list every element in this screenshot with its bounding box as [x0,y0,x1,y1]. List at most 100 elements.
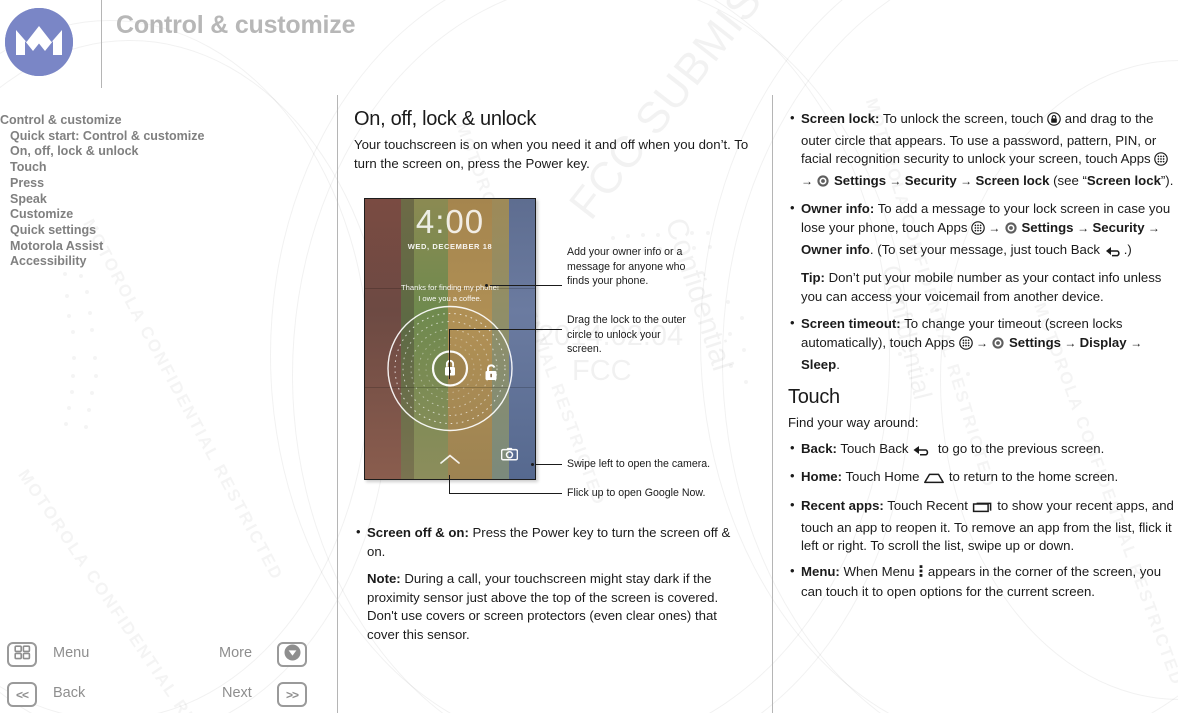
next-label[interactable]: Next [222,685,252,701]
callout-drag-lock: Drag the lock to the outer circle to unl… [567,313,689,357]
bullet-screen-timeout-t2: . [836,356,840,372]
link-screen-lock[interactable]: Screen lock [975,173,1049,188]
circle-chevron-down-icon [283,643,302,667]
nav-row-top: Menu More [0,642,320,674]
back-label[interactable]: Back [53,685,85,701]
callout-anchor-camera [531,463,534,466]
watermark-fcc: FCC [572,355,632,387]
apps-grid-icon [971,221,985,241]
section-intro-text: Your touchscreen is on when you need it … [354,137,749,171]
lock-closed-icon [1047,112,1061,132]
bullet-recent-apps-pre: Touch Recent [883,497,972,513]
sidebar-item-touch[interactable]: Touch [0,160,330,176]
gear-icon [991,336,1005,356]
bullet-menu-pre: When Menu [839,563,919,579]
link-security[interactable]: Security [1092,220,1144,235]
note-label: Note: [367,571,401,587]
sidebar-item-accessibility[interactable]: Accessibility [0,254,330,270]
link-owner-info[interactable]: Owner info [801,242,870,257]
link-settings[interactable]: Settings [1021,220,1073,235]
back-button[interactable]: << [7,682,37,707]
bullet-home-label: Home: [801,469,843,485]
bullet-back: Back: Touch Back to go to the previous s… [788,439,1178,462]
camera-icon[interactable] [500,447,519,466]
table-of-contents: Control & customize Quick start: Control… [0,113,330,270]
middle-column: On, off, lock & unlock Your touchscreen … [354,108,754,173]
bullet-owner-info-t3: .) [1123,241,1132,257]
callout-leader-now-v [449,475,450,493]
tip-text: Don’t put your mobile number as your con… [801,270,1162,304]
link-security[interactable]: Security [905,173,957,188]
note-proximity-sensor: Note: During a call, your touchscreen mi… [354,570,752,644]
ref-screen-lock[interactable]: Screen lock [1087,173,1161,188]
bullet-screen-off-on: Screen off & on: Press the Power key to … [354,523,752,561]
middle-column-bullets: Screen off & on: Press the Power key to … [354,523,752,645]
sidebar-item-quick-start[interactable]: Quick start: Control & customize [0,129,330,145]
apps-grid-icon [958,336,973,356]
sidebar-item-motorola-assist[interactable]: Motorola Assist [0,239,330,255]
menu-button[interactable] [7,642,37,667]
double-chevron-left-icon: << [15,687,29,702]
section-heading-touch: Touch [788,386,840,409]
callout-swipe-camera-text: Swipe left to open the camera. [567,458,711,470]
tip-mobile-number: Tip: Don’t put your mobile number as you… [788,269,1178,306]
bullet-screen-lock-t5: ”). [1160,172,1174,188]
callout-owner-info-text: Add your owner info or a message for any… [567,246,686,288]
link-settings[interactable]: Settings [834,173,886,188]
sidebar-item-customize[interactable]: Customize [0,207,330,223]
bullet-screen-lock-t1: To unlock the screen, touch [879,111,1048,126]
bullet-back-pre: Touch Back [836,440,913,456]
next-button[interactable]: >> [277,682,307,707]
sidebar-item-quick-settings[interactable]: Quick settings [0,223,330,239]
bullet-screen-timeout: Screen timeout: To change your timeout (… [788,314,1178,374]
gear-icon [816,174,830,194]
header-divider [101,0,102,88]
arrow-6: → [1144,220,1160,235]
lockscreen-phone-illustration: 4:00 WED, DECEMBER 18 Thanks for finding… [364,198,536,480]
apps-grid-icon [1154,152,1169,172]
arrow-1: → [801,173,817,188]
bullet-home-pre: Touch Home [842,469,924,485]
unlock-ring-control[interactable] [375,294,525,449]
sidebar-item-press[interactable]: Press [0,176,330,192]
more-button[interactable] [277,642,307,667]
link-display[interactable]: Display [1080,335,1127,350]
callout-leader-lock-v [449,329,450,379]
sidebar-item-control-customize[interactable]: Control & customize [0,113,330,129]
bullet-back-label: Back: [801,440,837,456]
callout-owner-info: Add your owner info or a message for any… [567,245,695,289]
more-label[interactable]: More [219,645,252,661]
callout-leader-lock-h [449,329,562,330]
bullet-recent-apps: Recent apps: Touch Recent to show your r… [788,496,1178,556]
right-column: Screen lock: To unlock the screen, touch… [788,109,1178,609]
callout-anchor-owner [485,284,488,287]
arrow-5: → [1077,220,1093,235]
bullet-menu: Menu: When Menu appears in the corner of… [788,562,1178,602]
double-chevron-right-icon: >> [285,687,299,702]
bullet-home: Home: Touch Home to return to the home s… [788,467,1178,490]
menu-label[interactable]: Menu [53,645,89,661]
lock-open-icon [483,364,499,387]
grid-menu-icon [13,644,31,665]
sidebar-item-on-off-lock-unlock[interactable]: On, off, lock & unlock [0,144,330,160]
link-settings[interactable]: Settings [1009,335,1061,350]
home-icon [923,471,945,490]
back-arrow-icon [1104,244,1124,263]
link-sleep[interactable]: Sleep [801,357,836,372]
bullet-screen-timeout-label: Screen timeout: [801,316,901,332]
bullet-screen-lock-t4: (see “ [1049,172,1087,188]
gear-icon [1004,221,1018,241]
page-title: Control & customize [116,11,356,39]
sidebar-item-speak[interactable]: Speak [0,192,330,208]
bottom-navigation-bar: Menu More << Back Next >> [0,636,330,713]
arrow-7: → [972,335,992,350]
bullet-home-post: to return to the home screen. [945,469,1119,485]
tip-label: Tip: [801,270,825,286]
column-divider-right [772,95,773,713]
callout-flick-google-now: Flick up to open Google Now. [567,486,732,501]
chevron-up-icon[interactable] [439,452,461,470]
callout-swipe-camera: Swipe left to open the camera. [567,457,732,472]
arrow-3: → [956,173,976,188]
arrow-2: → [886,173,905,188]
column-divider-left [337,95,338,713]
